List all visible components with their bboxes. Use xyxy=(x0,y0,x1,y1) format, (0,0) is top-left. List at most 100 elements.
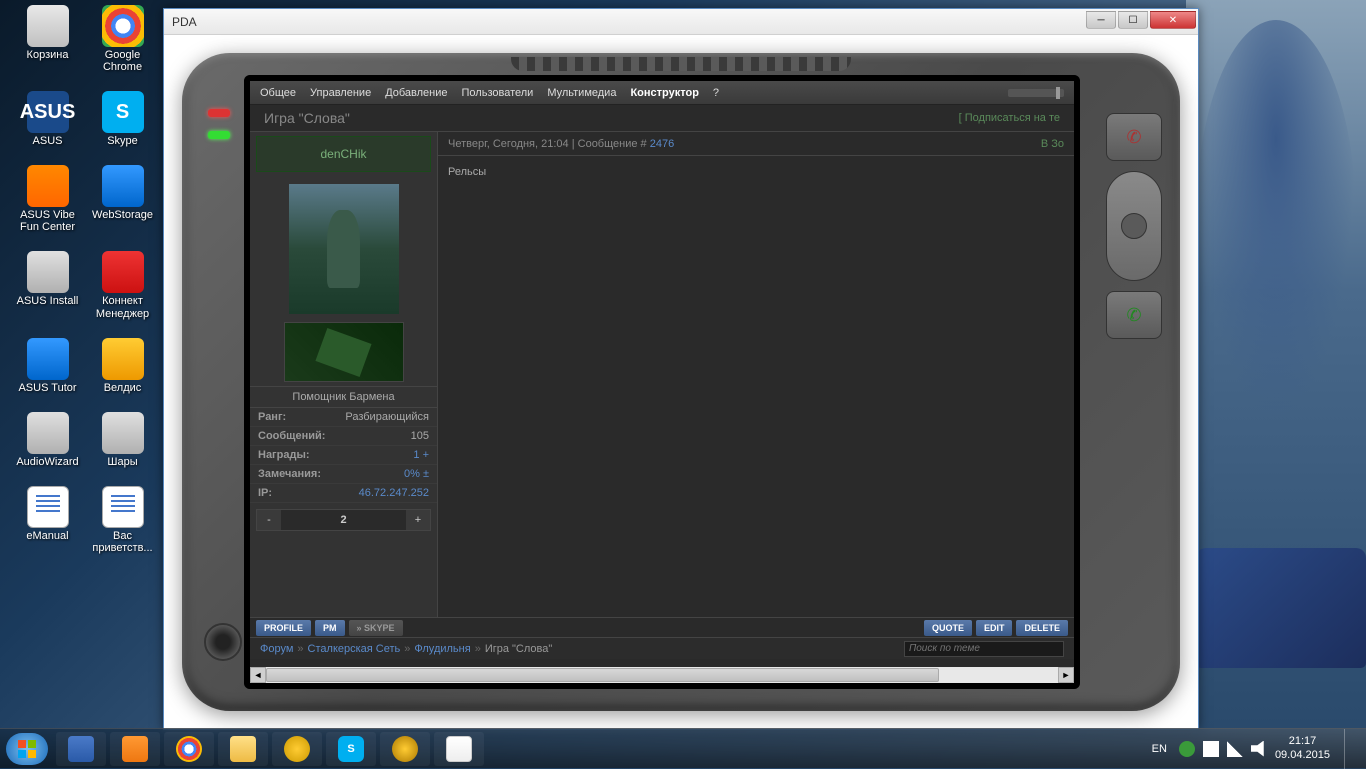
desktop-icon-image xyxy=(27,338,69,380)
subscribe-link[interactable]: [ Подписаться на те xyxy=(959,112,1060,124)
window-minimize-button[interactable]: ─ xyxy=(1086,11,1116,29)
desktop-icon-label: Вас приветств... xyxy=(85,530,160,554)
stat-value[interactable]: 0% ± xyxy=(404,468,429,480)
topic-search-input[interactable] xyxy=(905,642,1063,656)
user-stat-row: Награды:1 + xyxy=(250,446,437,465)
forum-menu-item[interactable]: Конструктор xyxy=(630,87,698,99)
desktop-icon[interactable]: ASUS Install xyxy=(10,251,85,307)
tray-network-icon[interactable] xyxy=(1227,741,1243,757)
desktop-icon[interactable]: Google Chrome xyxy=(85,5,160,73)
desktop-icon-label: AudioWizard xyxy=(10,456,85,468)
stat-value[interactable]: 1 + xyxy=(413,449,429,461)
stat-key: Ранг: xyxy=(258,411,286,423)
desktop-icon[interactable]: WebStorage xyxy=(85,165,160,221)
desktop-icon[interactable]: ASUS Vibe Fun Center xyxy=(10,165,85,233)
desktop-icon[interactable]: Корзина xyxy=(10,5,85,61)
pda-call-button[interactable]: ✆ xyxy=(1106,291,1162,339)
stat-value: 105 xyxy=(411,430,429,442)
scroll-right-arrow[interactable]: ► xyxy=(1058,667,1074,683)
language-indicator[interactable]: EN xyxy=(1148,741,1171,757)
scroll-left-arrow[interactable]: ◄ xyxy=(250,667,266,683)
post-action-skype[interactable]: » SKYPE xyxy=(349,620,403,636)
forum-menu-item[interactable]: ? xyxy=(713,87,719,99)
tray-flag-icon[interactable] xyxy=(1203,741,1219,757)
stat-value: Разбирающийся xyxy=(345,411,429,423)
desktop-icon[interactable]: SSkype xyxy=(85,91,160,147)
username-box[interactable]: denCHik xyxy=(256,136,431,172)
desktop-icon[interactable]: AudioWizard xyxy=(10,412,85,468)
taskbar-word[interactable] xyxy=(56,732,106,766)
user-avatar[interactable] xyxy=(289,184,399,314)
horizontal-scrollbar[interactable]: ◄ ► xyxy=(250,667,1074,683)
post-action-edit[interactable]: EDIT xyxy=(976,620,1013,636)
stat-value[interactable]: 46.72.247.252 xyxy=(359,487,429,499)
topic-search[interactable] xyxy=(904,641,1064,657)
breadcrumb-link[interactable]: Сталкерская Сеть xyxy=(308,643,401,655)
breadcrumb-link[interactable]: Форум xyxy=(260,643,293,655)
post-number[interactable]: 2476 xyxy=(650,138,674,150)
username: denCHik xyxy=(320,147,366,161)
taskbar-clock[interactable]: 21:17 09.04.2015 xyxy=(1275,735,1330,761)
tray-utorrent-icon[interactable] xyxy=(1179,741,1195,757)
window-titlebar[interactable]: PDA ─ ☐ ✕ xyxy=(164,9,1198,35)
post-action-delete[interactable]: DELETE xyxy=(1016,620,1068,636)
desktop-icon-label: ASUS Tutor xyxy=(10,382,85,394)
desktop-icon[interactable]: ASUSASUS xyxy=(10,91,85,147)
desktop-icon[interactable]: ASUS Tutor xyxy=(10,338,85,394)
pda-led-green xyxy=(208,131,230,139)
user-stat-row: Сообщений:105 xyxy=(250,427,437,446)
taskbar-chrome[interactable] xyxy=(164,732,214,766)
breadcrumb-link[interactable]: Флудильня xyxy=(414,643,470,655)
stat-key: Замечания: xyxy=(258,468,321,480)
window-close-button[interactable]: ✕ xyxy=(1150,11,1196,29)
post-action-quote[interactable]: QUOTE xyxy=(924,620,972,636)
taskbar-skype[interactable]: S xyxy=(326,732,376,766)
forum-menu-item[interactable]: Управление xyxy=(310,87,371,99)
scroll-thumb[interactable] xyxy=(266,668,939,682)
desktop-icon-image xyxy=(27,251,69,293)
scroll-track[interactable] xyxy=(266,667,1058,683)
desktop-icon-grid: КорзинаGoogle ChromeASUSASUSSSkypeASUS V… xyxy=(10,5,170,572)
taskbar-paint[interactable] xyxy=(434,732,484,766)
forum-menu-item[interactable]: Добавление xyxy=(385,87,447,99)
tray-speaker-icon[interactable] xyxy=(1251,741,1267,757)
pager-value: 2 xyxy=(281,510,406,530)
menu-slider[interactable] xyxy=(1008,89,1064,97)
desktop-icon[interactable]: Коннект Менеджер xyxy=(85,251,160,319)
taskbar-radiation-app[interactable] xyxy=(272,732,322,766)
taskbar-media-player[interactable] xyxy=(110,732,160,766)
user-signature-image[interactable] xyxy=(284,322,404,382)
taskbar-explorer[interactable] xyxy=(218,732,268,766)
pda-screen: Общее Управление Добавление Пользователи Мул… xyxy=(244,75,1080,689)
desktop-icon[interactable]: Шары xyxy=(85,412,160,468)
forum-menu-item[interactable]: Пользователи xyxy=(462,87,534,99)
desktop-icon-image: S xyxy=(102,91,144,133)
pda-hangup-button[interactable]: ✆ xyxy=(1106,113,1162,161)
taskbar-radiation-app-2[interactable] xyxy=(380,732,430,766)
pda-dpad[interactable] xyxy=(1106,171,1162,281)
window-maximize-button[interactable]: ☐ xyxy=(1118,11,1148,29)
forum-menu-item[interactable]: Общее xyxy=(260,87,296,99)
pager-plus[interactable]: + xyxy=(406,510,430,530)
desktop-icon-image xyxy=(27,5,69,47)
pda-top-grip xyxy=(511,57,851,71)
desktop-icon-image xyxy=(27,165,69,207)
desktop-icon-label: ASUS Install xyxy=(10,295,85,307)
pager-minus[interactable]: - xyxy=(257,510,281,530)
desktop-icon[interactable]: eManual xyxy=(10,486,85,542)
forum-menu-item[interactable]: Мультимедиа xyxy=(547,87,616,99)
desktop-icon[interactable]: Велдис xyxy=(85,338,160,394)
user-online-status: В Зо xyxy=(1041,138,1064,150)
breadcrumb-separator: » xyxy=(475,643,481,655)
post-action-profile[interactable]: PROFILE xyxy=(256,620,311,636)
user-stat-row: Ранг: Разбирающийся xyxy=(250,408,437,427)
post-meta: Четверг, Сегодня, 21:04 | Сообщение # 24… xyxy=(448,138,674,150)
desktop-icon-image xyxy=(27,412,69,454)
post-body: Рельсы xyxy=(438,156,1074,617)
start-button[interactable] xyxy=(6,733,48,765)
show-desktop-button[interactable] xyxy=(1344,729,1354,769)
desktop-icon[interactable]: Вас приветств... xyxy=(85,486,160,554)
breadcrumb-row: Форум»Сталкерская Сеть»Флудильня»Игра "С… xyxy=(250,637,1074,659)
post-action-pm[interactable]: PM xyxy=(315,620,345,636)
desktop-icon-label: eManual xyxy=(10,530,85,542)
